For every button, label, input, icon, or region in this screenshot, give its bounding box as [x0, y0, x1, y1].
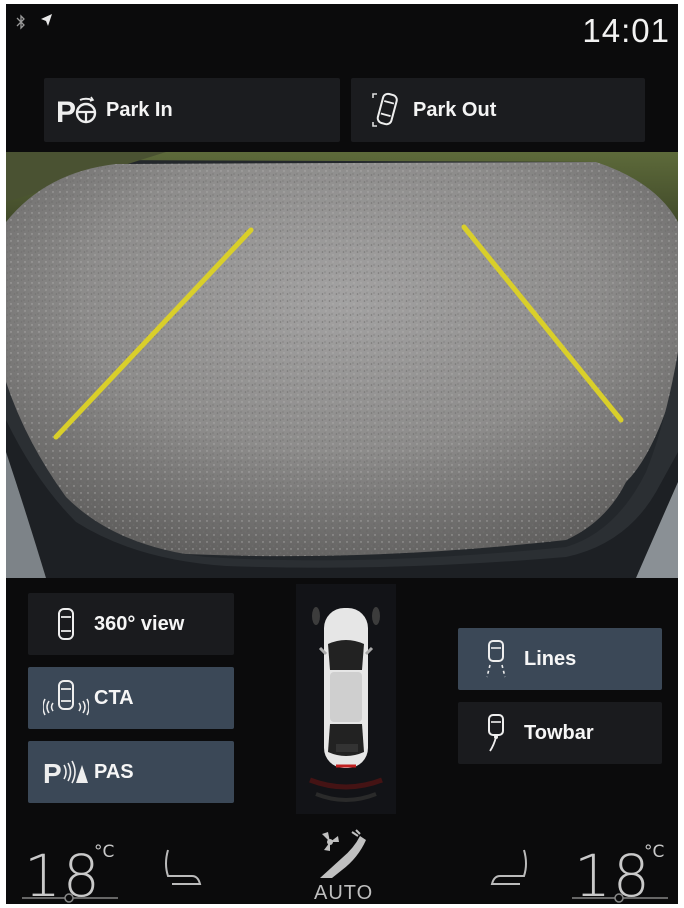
park-assist-sensor-icon: P — [40, 746, 92, 798]
rear-camera-view — [6, 152, 678, 578]
svg-text:P: P — [56, 96, 76, 128]
360-view-button[interactable]: 360° view — [28, 593, 234, 655]
lines-button[interactable]: Lines — [458, 628, 662, 690]
climate-bar: 18 °C AUTO 18 °C — [6, 824, 678, 904]
passenger-slider-knob — [614, 893, 624, 903]
passenger-seat-heat-icon[interactable] — [486, 846, 534, 895]
passenger-temperature-unit: °C — [644, 842, 665, 862]
fan-ventilation-icon[interactable] — [312, 828, 372, 887]
bluetooth-icon — [16, 14, 26, 35]
driver-seat-heat-icon[interactable] — [158, 846, 206, 895]
cross-traffic-alert-icon — [40, 672, 92, 724]
cta-button[interactable]: CTA — [28, 667, 234, 729]
park-in-label: Park In — [106, 98, 173, 121]
car-overhead-view — [296, 584, 396, 814]
pas-label: PAS — [94, 760, 134, 783]
360-view-label: 360° view — [94, 612, 185, 635]
park-out-button[interactable]: Park Out — [351, 78, 645, 142]
park-assist-steering-icon: P — [56, 88, 100, 132]
clock: 14:01 — [582, 12, 670, 49]
towbar-button[interactable]: Towbar — [458, 702, 662, 764]
infotainment-screen: 14:01 P Park In Park Out 360° view CTA P… — [6, 4, 678, 904]
towbar-icon — [470, 707, 522, 759]
status-bar: 14:01 — [6, 4, 678, 64]
lines-label: Lines — [524, 647, 577, 670]
car-exit-icon — [363, 88, 407, 132]
driver-slider-knob — [64, 893, 74, 903]
park-in-button[interactable]: P Park In — [44, 78, 340, 142]
car-top-icon — [40, 598, 92, 650]
towbar-label: Towbar — [524, 721, 594, 744]
park-out-label: Park Out — [413, 98, 497, 121]
guide-lines-icon — [470, 633, 522, 685]
pas-button[interactable]: P PAS — [28, 741, 234, 803]
svg-text:P: P — [43, 758, 62, 789]
fan-mode-label: AUTO — [314, 882, 374, 904]
navigation-arrow-icon — [39, 13, 53, 34]
cta-label: CTA — [94, 686, 134, 709]
driver-temperature-unit: °C — [94, 842, 115, 862]
